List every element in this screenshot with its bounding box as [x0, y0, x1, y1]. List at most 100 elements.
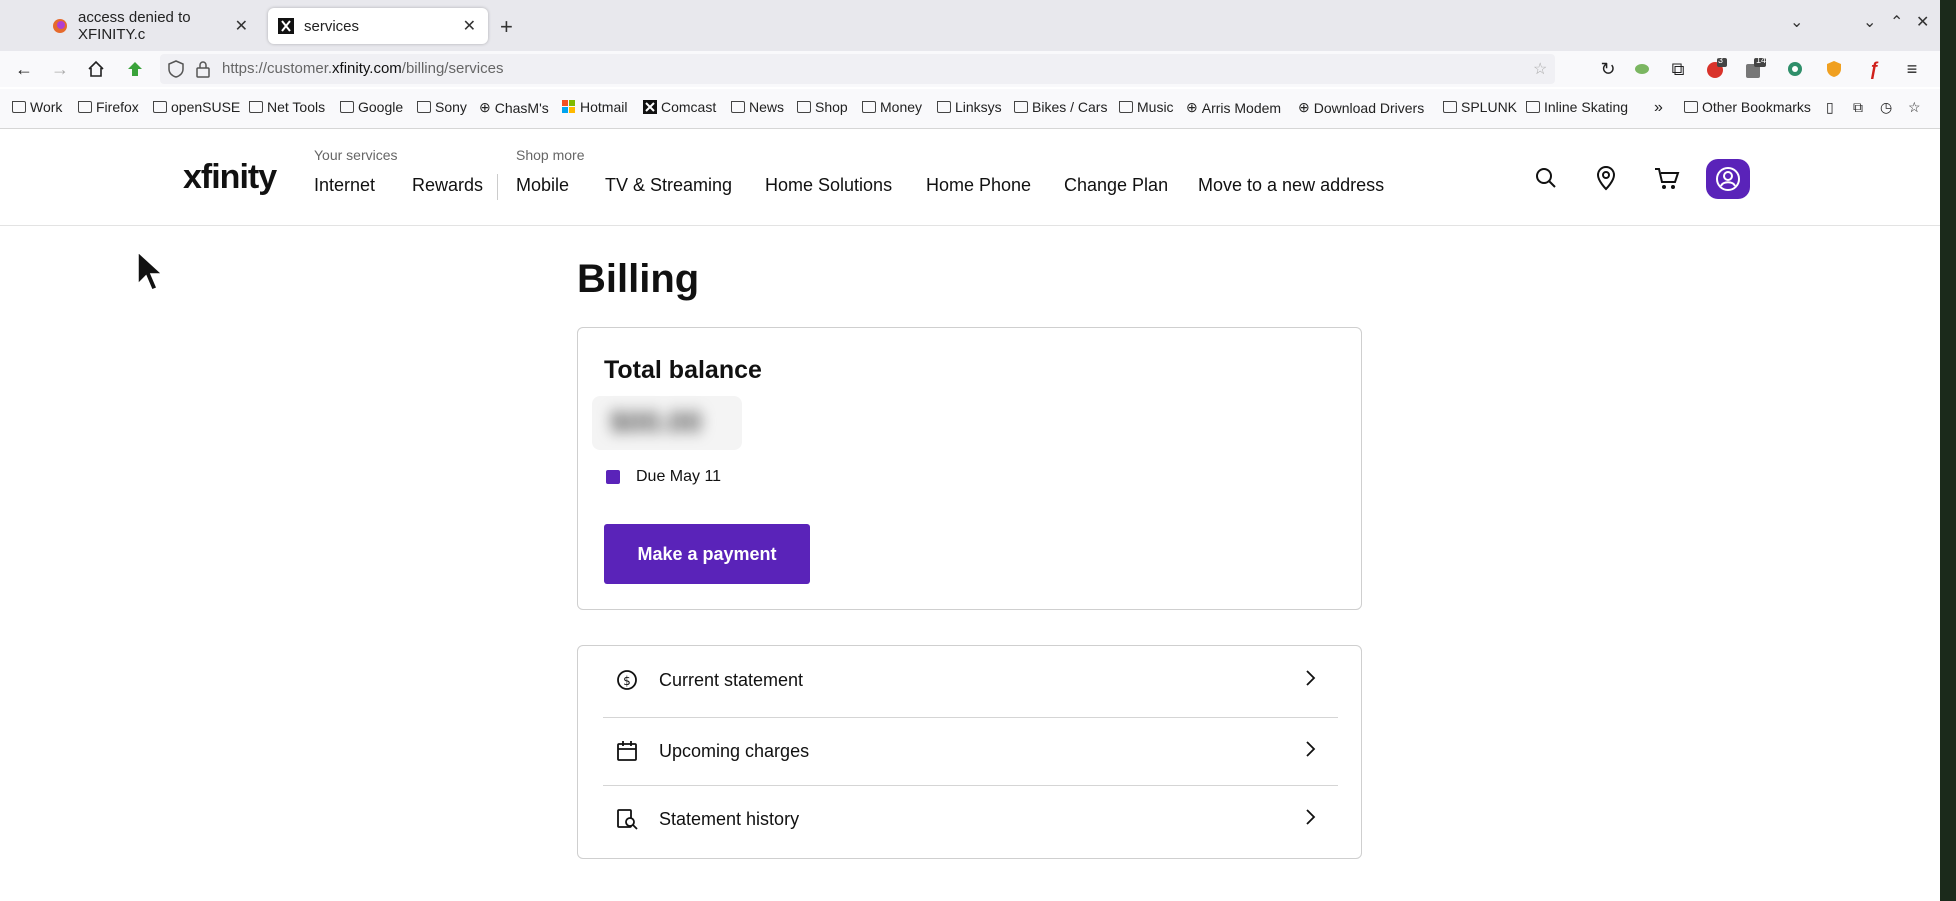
sidebar-icon[interactable]: ▯	[1826, 99, 1834, 116]
nav-label-shop-more: Shop more	[516, 147, 585, 163]
page-content: xfinity Your services Shop more Internet…	[0, 130, 1940, 901]
chevron-right-icon	[1304, 808, 1316, 831]
bookmark-news[interactable]: News	[731, 99, 784, 115]
forward-icon[interactable]: →	[48, 57, 72, 81]
nav-tv-streaming[interactable]: TV & Streaming	[605, 175, 732, 196]
more-bookmarks-icon[interactable]: »	[1654, 99, 1663, 117]
chevron-right-icon	[1304, 740, 1316, 763]
extensions-puzzle-icon[interactable]: ⧉	[1666, 57, 1690, 81]
bookmark-other[interactable]: Other Bookmarks	[1684, 99, 1811, 115]
nav-divider	[497, 174, 498, 200]
bookmark-comcast[interactable]: Comcast	[643, 99, 716, 115]
menu-icon[interactable]: ≡	[1900, 57, 1924, 81]
link-statement-history[interactable]: Statement history	[603, 786, 1338, 852]
bookmark-net-tools[interactable]: Net Tools	[249, 99, 325, 115]
ext-teal-icon[interactable]	[1783, 57, 1807, 81]
tab-services[interactable]: services ✕	[268, 8, 488, 44]
nav-rewards[interactable]: Rewards	[412, 175, 483, 196]
microsoft-icon	[562, 100, 575, 113]
xfinity-x-icon	[643, 100, 657, 114]
maximize-icon[interactable]: ⌃	[1890, 12, 1903, 32]
location-pin-icon[interactable]	[1590, 162, 1622, 194]
window-edge	[1940, 0, 1956, 901]
bookmark-sony[interactable]: Sony	[417, 99, 467, 115]
url-bar[interactable]: https://customer.xfinity.com/billing/ser…	[160, 54, 1555, 84]
nav-mobile[interactable]: Mobile	[516, 175, 569, 196]
nav-home-solutions[interactable]: Home Solutions	[765, 175, 892, 196]
bookmark-bikes-cars[interactable]: Bikes / Cars	[1014, 99, 1107, 115]
bookmark-chasms[interactable]: ⊕ ChasM's	[479, 99, 549, 116]
globe-icon: ⊕	[1298, 99, 1310, 115]
history-icon[interactable]: ◷	[1880, 99, 1892, 116]
folder-icon	[340, 101, 354, 113]
bookmark-work[interactable]: Work	[12, 99, 62, 115]
folder-icon	[1119, 101, 1133, 113]
link-label: Upcoming charges	[659, 740, 810, 761]
ext-shield-orange-icon[interactable]	[1822, 57, 1846, 81]
globe-icon: ⊕	[1186, 99, 1198, 115]
minimize-icon[interactable]: ⌄	[1863, 12, 1876, 32]
xfinity-logo[interactable]: xfinity	[183, 158, 277, 197]
back-icon[interactable]: ←	[12, 57, 36, 81]
calendar-outline-icon	[615, 739, 639, 763]
bookmark-manager-icon[interactable]: ☆	[1908, 99, 1921, 116]
bookmark-linksys[interactable]: Linksys	[937, 99, 1002, 115]
link-upcoming-charges[interactable]: Upcoming charges	[603, 718, 1338, 784]
ext-gray-badge-icon[interactable]: 14	[1743, 55, 1767, 81]
badge-count: 14	[1756, 55, 1767, 65]
account-avatar-icon[interactable]	[1706, 159, 1750, 199]
tab-access-denied[interactable]: access denied to XFINITY.c ✕	[40, 8, 260, 44]
globe-icon: ⊕	[479, 99, 491, 115]
bookmark-shop[interactable]: Shop	[797, 99, 848, 115]
chevron-right-icon	[1304, 669, 1316, 692]
close-window-icon[interactable]: ✕	[1916, 12, 1929, 32]
bookmark-download-drivers[interactable]: ⊕ Download Drivers	[1298, 99, 1424, 116]
flash-icon[interactable]: ƒ	[1862, 57, 1886, 81]
folder-icon	[417, 101, 431, 113]
dollar-circle-icon: $	[615, 668, 639, 692]
nav-move[interactable]: Move to a new address	[1198, 175, 1384, 196]
nav-home-phone[interactable]: Home Phone	[926, 175, 1031, 196]
extension-arrow-icon[interactable]	[123, 57, 147, 81]
url-text: https://customer.xfinity.com/billing/ser…	[222, 60, 504, 77]
bookmark-firefox[interactable]: Firefox	[78, 99, 139, 115]
make-payment-button[interactable]: Make a payment	[604, 524, 810, 584]
close-tab-icon[interactable]: ✕	[463, 16, 476, 36]
total-balance-label: Total balance	[604, 356, 762, 384]
folder-icon	[1443, 101, 1457, 113]
bookmark-hotmail[interactable]: Hotmail	[562, 99, 627, 115]
nav-internet[interactable]: Internet	[314, 175, 375, 196]
lock-icon[interactable]	[196, 60, 210, 83]
new-tab-icon[interactable]: +	[500, 14, 513, 40]
home-icon[interactable]	[84, 57, 108, 81]
close-tab-icon[interactable]: ✕	[235, 16, 248, 36]
folder-icon	[1684, 101, 1698, 113]
firefox-icon	[52, 18, 68, 34]
synced-tabs-icon[interactable]: ⧉	[1853, 99, 1863, 116]
svg-text:$: $	[623, 674, 631, 688]
bookmark-money[interactable]: Money	[862, 99, 922, 115]
bookmark-arris-modem[interactable]: ⊕ Arris Modem	[1186, 99, 1281, 116]
mouse-cursor-icon	[136, 250, 164, 299]
bookmark-google[interactable]: Google	[340, 99, 403, 115]
bookmark-inline-skating[interactable]: Inline Skating	[1526, 99, 1628, 115]
bookmarks-bar: Work Firefox openSUSE Net Tools Google S…	[0, 89, 1940, 129]
search-icon[interactable]	[1530, 162, 1562, 194]
ext-green-icon[interactable]	[1630, 57, 1654, 81]
bookmark-star-icon[interactable]: ☆	[1533, 59, 1547, 79]
page-title: Billing	[577, 257, 700, 301]
bookmark-splunk[interactable]: SPLUNK	[1443, 99, 1517, 115]
nav-change-plan[interactable]: Change Plan	[1064, 175, 1168, 196]
link-current-statement[interactable]: $ Current statement	[603, 647, 1338, 713]
tab-list-icon[interactable]: ⌄	[1790, 12, 1803, 32]
folder-icon	[249, 101, 263, 113]
shield-icon[interactable]	[168, 60, 184, 83]
cart-icon[interactable]	[1651, 162, 1683, 194]
folder-icon	[937, 101, 951, 113]
tab-title: services	[304, 17, 360, 35]
bookmark-opensuse[interactable]: openSUSE	[153, 99, 240, 115]
balance-card: Total balance $00.00 Due May 11 Make a p…	[577, 327, 1362, 610]
bookmark-music[interactable]: Music	[1119, 99, 1174, 115]
ext-red-badge-icon[interactable]: 3	[1704, 55, 1728, 81]
reload-icon[interactable]: ↻	[1596, 57, 1620, 81]
